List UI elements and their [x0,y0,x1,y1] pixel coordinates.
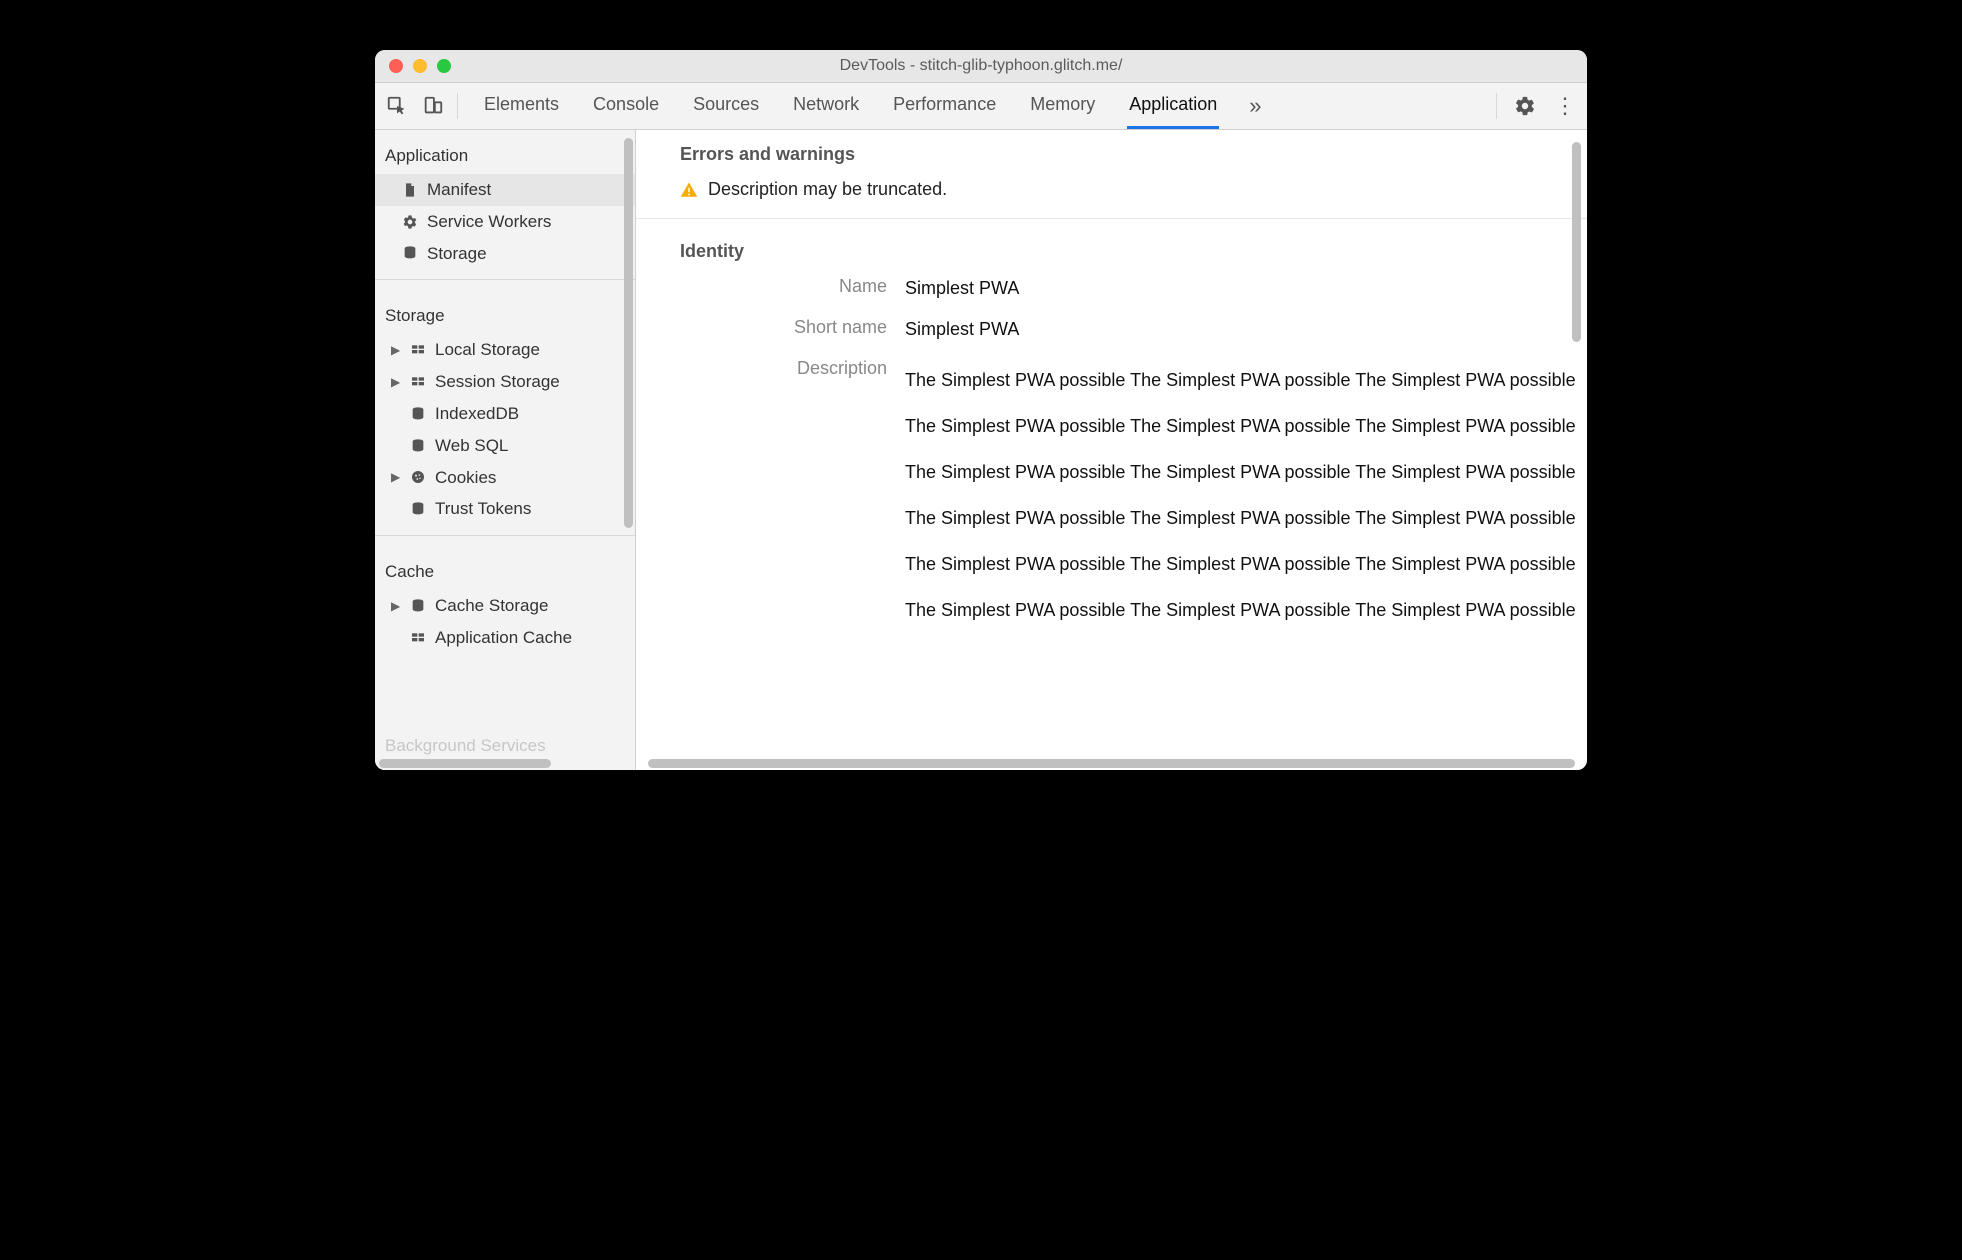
grid-icon [409,373,427,391]
database-icon [409,500,427,518]
kv-short-name: Short name Simplest PWA [680,317,1587,342]
tab-sources[interactable]: Sources [691,83,761,129]
database-icon [401,244,419,262]
sidebar-section-title: Application [385,146,635,166]
main-hscrollbar[interactable] [644,756,1579,770]
sidebar-section-title: Background Services [385,736,546,756]
kv-name: Name Simplest PWA [680,276,1587,301]
database-icon [409,437,427,455]
traffic-lights [375,59,451,73]
sidebar-item-storage[interactable]: Storage [375,238,635,270]
gear-icon [401,213,419,231]
window-title: DevTools - stitch-glib-typhoon.glitch.me… [375,57,1587,75]
sidebar-item-trust-tokens[interactable]: ▶ Trust Tokens [375,493,635,525]
sidebar-item-label: Storage [427,242,487,266]
grid-icon [409,629,427,647]
sidebar-section-storage: Storage [375,290,635,334]
tab-memory[interactable]: Memory [1028,83,1097,129]
database-icon [409,405,427,423]
sidebar-divider [375,535,635,536]
sidebar-item-websql[interactable]: ▶ Web SQL [375,430,635,462]
sidebar-item-label: IndexedDB [435,402,519,426]
sidebar-divider [375,279,635,280]
sidebar-item-label: Cache Storage [435,594,548,618]
main-scrollbar[interactable] [1572,142,1581,342]
sidebar-section-title: Storage [385,306,635,326]
sidebar-item-label: Session Storage [435,370,560,394]
window-zoom-button[interactable] [437,59,451,73]
sidebar-item-cookies[interactable]: ▶ Cookies [375,462,635,494]
main-panel: Errors and warnings Description may be t… [636,130,1587,770]
sidebar-item-local-storage[interactable]: ▶ Local Storage [375,334,635,366]
sidebar-item-manifest[interactable]: Manifest [375,174,635,206]
tab-performance[interactable]: Performance [891,83,998,129]
titlebar: DevTools - stitch-glib-typhoon.glitch.me… [375,50,1587,83]
field-value: The Simplest PWA possible The Simplest P… [905,358,1587,633]
sidebar-item-service-workers[interactable]: Service Workers [375,206,635,238]
section-divider [636,218,1587,219]
sidebar-section-application: Application [375,130,635,174]
tab-network[interactable]: Network [791,83,861,129]
errors-heading: Errors and warnings [680,144,1587,165]
expand-caret-icon[interactable]: ▶ [391,374,401,391]
settings-icon[interactable] [1511,92,1539,120]
sidebar-section-title: Cache [385,562,635,582]
cookie-icon [409,468,427,486]
sidebar-item-label: Manifest [427,178,491,202]
kebab-menu-icon[interactable]: ⋮ [1551,92,1579,120]
sidebar-item-cache-storage[interactable]: ▶ Cache Storage [375,590,635,622]
sidebar-item-label: Service Workers [427,210,551,234]
inspect-element-icon[interactable] [383,92,411,120]
expand-caret-icon[interactable]: ▶ [391,469,401,486]
sidebar-item-session-storage[interactable]: ▶ Session Storage [375,366,635,398]
tab-elements[interactable]: Elements [482,83,561,129]
identity-heading: Identity [680,241,1587,262]
sidebar-item-label: Web SQL [435,434,508,458]
file-icon [401,181,419,199]
sidebar-hscrollbar[interactable] [375,756,635,770]
field-label: Short name [680,317,905,338]
sidebar-section-faded: Background Services [375,722,623,756]
toolbar-divider [457,93,458,119]
warning-icon [680,181,698,199]
sidebar-item-label: Trust Tokens [435,497,531,521]
expand-caret-icon[interactable]: ▶ [391,342,401,359]
device-toolbar-icon[interactable] [419,92,447,120]
sidebar-item-label: Cookies [435,466,496,490]
kv-description: Description The Simplest PWA possible Th… [680,358,1587,633]
field-label: Name [680,276,905,297]
body: Application Manifest Service Workers Sto… [375,130,1587,770]
toolbar: Elements Console Sources Network Perform… [375,83,1587,130]
warning-row: Description may be truncated. [680,179,1587,200]
sidebar-item-label: Application Cache [435,626,572,650]
field-label: Description [680,358,905,379]
database-icon [409,597,427,615]
sidebar-section-cache: Cache [375,546,635,590]
expand-caret-icon[interactable]: ▶ [391,598,401,615]
window-close-button[interactable] [389,59,403,73]
field-value: Simplest PWA [905,276,1587,301]
window-minimize-button[interactable] [413,59,427,73]
tab-application[interactable]: Application [1127,83,1219,129]
sidebar-item-label: Local Storage [435,338,540,362]
tabs-overflow-button[interactable]: » [1249,83,1261,129]
sidebar-scrollbar[interactable] [624,138,633,528]
tab-console[interactable]: Console [591,83,661,129]
grid-icon [409,341,427,359]
toolbar-divider [1496,93,1497,119]
sidebar-item-indexeddb[interactable]: ▶ IndexedDB [375,398,635,430]
tabs-container: Elements Console Sources Network Perform… [482,83,1486,129]
warning-text: Description may be truncated. [708,179,947,200]
field-value: Simplest PWA [905,317,1587,342]
devtools-window: DevTools - stitch-glib-typhoon.glitch.me… [375,50,1587,770]
sidebar: Application Manifest Service Workers Sto… [375,130,636,770]
sidebar-item-application-cache[interactable]: ▶ Application Cache [375,622,635,654]
